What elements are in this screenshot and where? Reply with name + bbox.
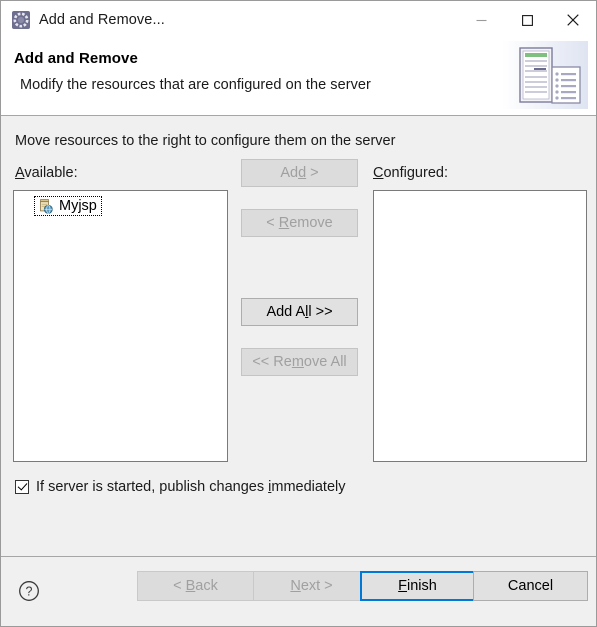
list-item[interactable]: Myjsp <box>34 196 102 216</box>
remove-all-button-label-post: ove All <box>303 354 347 370</box>
help-icon: ? <box>19 581 39 601</box>
add-and-remove-dialog: Add and Remove... Add and Remove Modify … <box>0 0 597 627</box>
available-list[interactable]: Myjsp <box>13 190 228 462</box>
remove-button-label-post: emove <box>289 215 333 231</box>
maximize-button[interactable] <box>504 1 550 39</box>
dialog-header: Add and Remove Modify the resources that… <box>1 39 596 116</box>
list-item-label: Myjsp <box>59 198 97 214</box>
remove-all-button[interactable]: << Re m ove All <box>241 348 358 376</box>
add-button[interactable]: Ad d > <box>241 159 358 187</box>
available-label: Available: <box>15 165 78 181</box>
add-all-button[interactable]: Add All >> <box>241 298 358 326</box>
title-bar: Add and Remove... <box>1 1 596 39</box>
remove-all-button-mnemonic: m <box>291 354 304 370</box>
window-title: Add and Remove... <box>39 12 165 28</box>
finish-button-mnemonic: F <box>398 578 408 594</box>
finish-button[interactable]: Finish <box>360 571 475 601</box>
back-button[interactable]: < Back <box>137 571 254 601</box>
add-all-button-label-pre: Add A <box>266 304 306 320</box>
close-button[interactable] <box>550 1 596 39</box>
page-title: Add and Remove <box>14 50 138 67</box>
minimize-button[interactable] <box>458 1 504 39</box>
add-all-button-label-post: l >> <box>308 304 333 320</box>
remove-button[interactable]: < Remove <box>241 209 358 237</box>
window-controls <box>458 1 596 39</box>
instruction-text: Move resources to the right to configure… <box>15 133 396 149</box>
finish-button-label-post: inish <box>407 578 437 594</box>
web-module-icon <box>37 198 53 214</box>
configured-list[interactable] <box>373 190 587 462</box>
help-button[interactable]: ? <box>18 580 40 602</box>
publish-label-post: mmediately <box>271 479 346 495</box>
remove-all-button-label-pre: << Re <box>252 354 292 370</box>
back-button-label-post: ack <box>195 578 218 594</box>
publish-immediately-label: If server is started, publish changes im… <box>36 479 346 495</box>
next-button-label-post: ext > <box>300 578 333 594</box>
add-button-label-pre: Ad <box>280 165 299 181</box>
svg-text:?: ? <box>26 585 33 599</box>
dialog-body: Move resources to the right to configure… <box>1 116 596 556</box>
publish-immediately-checkbox[interactable] <box>15 480 29 494</box>
minimize-icon <box>476 19 486 21</box>
cancel-button[interactable]: Cancel <box>473 571 588 601</box>
add-button-label-post: > <box>306 165 319 181</box>
maximize-icon <box>521 14 533 26</box>
back-button-mnemonic: B <box>185 578 196 594</box>
page-description: Modify the resources that are configured… <box>20 77 371 93</box>
close-icon <box>567 14 579 26</box>
configured-label-rest: onfigured: <box>383 165 448 181</box>
next-button[interactable]: Next > <box>253 571 370 601</box>
available-label-mnemonic: A <box>15 165 25 181</box>
cancel-button-label: Cancel <box>507 578 554 594</box>
server-and-document-icon <box>502 41 588 109</box>
back-button-label-pre: < <box>173 578 186 594</box>
dialog-footer: ? < Back Next > Finish Cancel <box>1 556 596 626</box>
publish-immediately-row[interactable]: If server is started, publish changes im… <box>15 479 346 495</box>
eclipse-wizard-icon <box>12 11 30 29</box>
next-button-mnemonic: N <box>290 578 301 594</box>
remove-button-mnemonic: R <box>278 215 290 231</box>
remove-button-label-pre: < <box>266 215 279 231</box>
available-label-rest: vailable: <box>24 165 78 181</box>
add-button-mnemonic: d <box>298 165 307 181</box>
publish-label-pre: If server is started, publish changes <box>36 479 269 495</box>
configured-label: Configured: <box>373 165 448 181</box>
configured-label-mnemonic: C <box>373 165 384 181</box>
